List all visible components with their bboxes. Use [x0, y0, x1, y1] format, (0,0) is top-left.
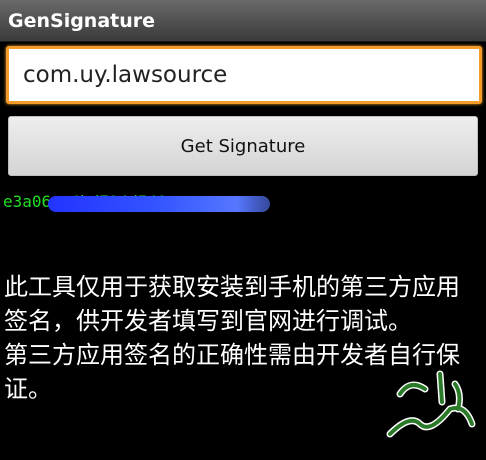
- app-title: GenSignature: [8, 10, 156, 32]
- package-name-input[interactable]: [6, 46, 482, 104]
- get-signature-button[interactable]: Get Signature: [8, 116, 478, 176]
- watermark-logo: [386, 370, 476, 438]
- redaction-mark: [48, 196, 270, 212]
- description-line-1: 此工具仅用于获取安装到手机的第三方应用签名，供开发者填写到官网进行调试。: [4, 273, 460, 335]
- title-bar: GenSignature: [0, 0, 486, 42]
